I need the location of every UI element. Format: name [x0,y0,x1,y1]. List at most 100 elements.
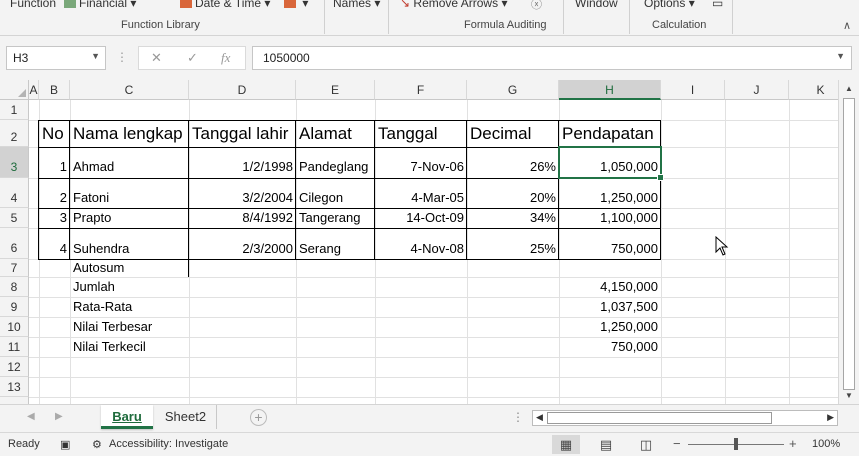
column-header-k[interactable]: K [789,80,838,100]
insert-function-icon[interactable]: fx [221,50,230,66]
ribbon-remove-arrows-button[interactable]: ↘ Remove Arrows ▾ [400,0,507,10]
sheet-tab-sheet2[interactable]: Sheet2 [155,405,217,429]
evaluate-formula-icon[interactable]: ⓧ [531,0,542,12]
header-cell-alamat[interactable]: Alamat [296,124,355,144]
cell-nama[interactable]: Fatoni [70,190,112,205]
summary-label[interactable]: Jumlah [70,279,118,294]
chevron-down-icon[interactable]: ▼ [91,51,100,61]
cell-tanggal-lahir[interactable]: 8/4/1992 [189,210,296,225]
column-header-c[interactable]: C [70,80,189,100]
formula-input[interactable]: 1050000 ▼ [252,46,852,70]
row-header-13[interactable]: 13 [0,377,29,397]
vertical-scroll-thumb[interactable] [843,98,855,390]
normal-view-icon[interactable]: ▦ [552,435,580,454]
ribbon-financial-button[interactable]: Financial ▾ [64,0,136,10]
column-header-i[interactable]: I [661,80,725,100]
name-box[interactable]: H3 ▼ [6,46,106,70]
summary-label[interactable]: Rata-Rata [70,299,135,314]
accessibility-icon[interactable]: ⚙ [92,438,102,451]
zoom-out-icon[interactable]: − [673,436,681,451]
cell-decimal[interactable]: 20% [467,190,559,205]
cell-no[interactable]: 4 [39,241,70,256]
cell-decimal[interactable]: 26% [467,159,559,174]
sheet-tab-baru[interactable]: Baru [101,405,153,429]
header-cell-pendapatan[interactable]: Pendapatan [559,124,657,144]
summary-label[interactable]: Nilai Terkecil [70,339,149,354]
accessibility-status[interactable]: Accessibility: Investigate [109,438,228,450]
row-header-9[interactable]: 9 [0,297,29,317]
summary-title[interactable]: Autosum [70,260,127,275]
cell-tanggal-lahir[interactable]: 2/3/2000 [189,241,296,256]
column-header-d[interactable]: D [189,80,296,100]
zoom-in-icon[interactable]: + [789,436,797,451]
cell-nama[interactable]: Suhendra [70,241,132,256]
cell-decimal[interactable]: 25% [467,241,559,256]
row-header-4[interactable]: 4 [0,178,29,208]
row-header-6[interactable]: 6 [0,228,29,259]
header-cell-tanggal[interactable]: Tanggal [375,124,441,144]
scroll-right-icon[interactable]: ▶ [827,412,834,423]
tab-splitter-icon[interactable]: ⋮ [512,410,524,424]
expand-formula-icon[interactable]: ▼ [836,51,845,61]
column-header-e[interactable]: E [296,80,375,100]
cell-pendapatan[interactable]: 1,250,000 [559,190,661,205]
select-all-button[interactable] [0,80,29,100]
zoom-slider-thumb[interactable] [734,438,738,450]
summary-value[interactable]: 1,250,000 [559,319,661,334]
tab-scroll-right-icon[interactable]: ▶ [55,411,63,422]
cell-no[interactable]: 1 [39,159,70,174]
cell-nama[interactable]: Prapto [70,210,114,225]
row-header-14[interactable] [0,397,29,404]
cell-tanggal-lahir[interactable]: 3/2/2004 [189,190,296,205]
summary-label[interactable]: Nilai Terbesar [70,319,155,334]
row-header-1[interactable]: 1 [0,100,29,120]
row-header-11[interactable]: 11 [0,337,29,357]
ribbon-more-functions-button[interactable]: ▾ [284,0,308,10]
cancel-icon[interactable]: ✕ [151,50,162,66]
scroll-left-icon[interactable]: ◀ [536,412,543,423]
scroll-down-icon[interactable]: ▼ [845,391,853,400]
row-header-5[interactable]: 5 [0,208,29,228]
header-cell-nama[interactable]: Nama lengkap [70,124,186,144]
cell-tanggal-lahir[interactable]: 1/2/1998 [189,159,296,174]
row-header-12[interactable]: 12 [0,357,29,377]
ribbon-function-label[interactable]: Function [10,0,56,10]
cell-tanggal[interactable]: 14-Oct-09 [375,210,467,225]
row-header-3[interactable]: 3 [0,147,29,178]
cell-tanggal[interactable]: 4-Nov-08 [375,241,467,256]
column-header-j[interactable]: J [725,80,789,100]
ribbon-names-button[interactable]: Names ▾ [333,0,380,10]
zoom-level[interactable]: 100% [812,438,840,450]
page-layout-icon[interactable]: ▤ [592,435,620,454]
scroll-up-icon[interactable]: ▲ [845,84,853,93]
header-cell-no[interactable]: No [39,124,67,144]
macro-record-icon[interactable]: ▣ [60,438,70,451]
cell-no[interactable]: 3 [39,210,70,225]
header-cell-tanggal-lahir[interactable]: Tanggal lahir [189,124,291,144]
summary-value[interactable]: 750,000 [559,339,661,354]
cell-pendapatan[interactable]: 750,000 [559,241,661,256]
cell-tanggal[interactable]: 4-Mar-05 [375,190,467,205]
cell-decimal[interactable]: 34% [467,210,559,225]
row-header-2[interactable]: 2 [0,120,29,147]
row-header-10[interactable]: 10 [0,317,29,337]
column-header-f[interactable]: F [375,80,467,100]
ribbon-options-button[interactable]: Options ▾ [644,0,695,10]
column-header-h[interactable]: H [559,80,661,100]
summary-value[interactable]: 4,150,000 [559,279,661,294]
worksheet-grid[interactable]: A B C D E F G H I J K 1 2 3 4 5 6 7 8 9 … [0,80,838,404]
column-header-a[interactable]: A [29,80,39,100]
horizontal-scroll-thumb[interactable] [547,412,772,424]
row-header-8[interactable]: 8 [0,277,29,297]
tab-scroll-left-icon[interactable]: ◀ [27,411,35,422]
cell-alamat[interactable]: Cilegon [296,190,346,205]
cell-alamat[interactable]: Serang [296,241,344,256]
add-sheet-icon[interactable]: + [250,409,267,426]
cell-tanggal[interactable]: 7-Nov-06 [375,159,467,174]
summary-value[interactable]: 1,037,500 [559,299,661,314]
column-header-g[interactable]: G [467,80,559,100]
ribbon-window-button[interactable]: Window [575,0,618,10]
collapse-ribbon-icon[interactable]: ∧ [843,19,851,32]
cell-alamat[interactable]: Tangerang [296,210,363,225]
horizontal-scrollbar[interactable]: ◀ ▶ [532,410,838,426]
